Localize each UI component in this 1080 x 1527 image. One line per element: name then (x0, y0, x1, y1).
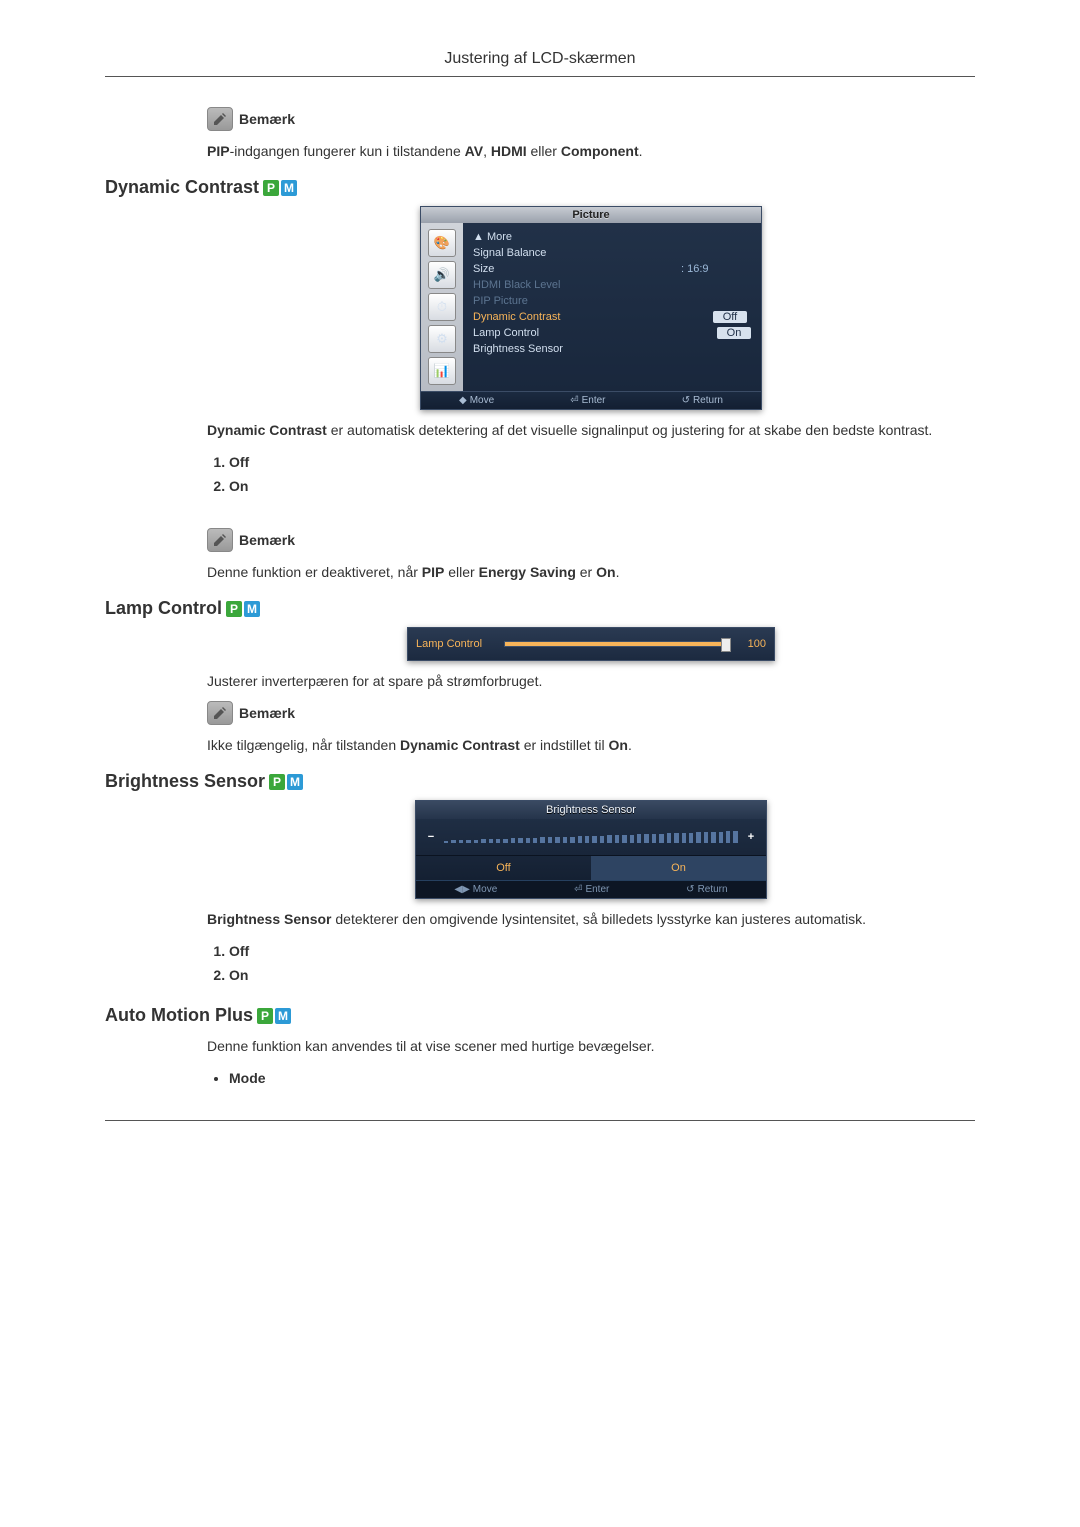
note-label: Bemærk (239, 705, 295, 721)
osd-enter-hint: ⏎ Enter (570, 395, 605, 406)
osd-move-hint: ◆ Move (459, 395, 494, 406)
multi-tab-icon: ⚙ (428, 325, 456, 353)
badge-p-icon: P (257, 1008, 273, 1024)
lamp-slider-fill (505, 642, 727, 646)
lamp-osd-label: Lamp Control (416, 638, 496, 650)
heading-lamp-control: Lamp Control P M (105, 598, 975, 619)
bs-enter-hint: ⏎ Enter (574, 884, 609, 895)
intro-note-text: PIP-indgangen fungerer kun i tilstandene… (207, 143, 975, 159)
osd-more: ▲ More (473, 231, 751, 243)
bs-off-option: Off (416, 856, 591, 880)
osd-footer: ◆ Move ⏎ Enter ↺ Return (421, 391, 761, 409)
heading-dynamic-contrast: Dynamic Contrast P M (105, 177, 975, 198)
osd-size-val: : 16:9 (681, 263, 751, 275)
list-item: On (229, 474, 975, 498)
pm-badges: P M (226, 601, 260, 617)
pm-badges: P M (257, 1008, 291, 1024)
note-block: Bemærk (207, 701, 975, 725)
info-tab-icon: 📊 (428, 357, 456, 385)
pm-badges: P M (263, 180, 297, 196)
plus-icon: + (746, 831, 756, 843)
osd-hdmi-black: HDMI Black Level (473, 279, 751, 291)
badge-m-icon: M (287, 774, 303, 790)
dynamic-contrast-options: Off On (207, 450, 975, 498)
osd-signal-balance: Signal Balance (473, 247, 751, 259)
osd-dyn-contrast-val: Off (713, 311, 747, 323)
lamp-control-body: Lamp Control 100 Justerer inverterpæren … (207, 627, 975, 753)
document-page: Justering af LCD-skærmen Bemærk PIP-indg… (0, 0, 1080, 1161)
osd-bright-sensor-item: Brightness Sensor (473, 343, 751, 355)
dynamic-contrast-desc: Dynamic Contrast er automatisk detekteri… (207, 422, 975, 438)
lamp-slider-handle (721, 638, 731, 652)
osd-title: Picture (421, 207, 761, 223)
badge-p-icon: P (226, 601, 242, 617)
list-item: Off (229, 939, 975, 963)
list-item: On (229, 963, 975, 987)
badge-p-icon: P (269, 774, 285, 790)
osd-return-hint: ↺ Return (682, 395, 723, 406)
osd-brightness-panel: Brightness Sensor − + Off On ◀▶ Move (415, 800, 767, 899)
lamp-slider (504, 641, 728, 647)
dynamic-contrast-body: Picture 🎨 🔊 ⏱ ⚙ 📊 ▲ More Signal Balance (207, 206, 975, 580)
picture-tab-icon: 🎨 (428, 229, 456, 257)
osd-size: Size (473, 263, 681, 275)
heading-brightness-sensor: Brightness Sensor P M (105, 771, 975, 792)
lamp-osd-value: 100 (736, 638, 766, 650)
auto-motion-plus-body: Denne funktion kan anvendes til at vise … (207, 1038, 975, 1090)
note-label: Bemærk (239, 111, 295, 127)
auto-motion-desc: Denne funktion kan anvendes til at vise … (207, 1038, 975, 1054)
bs-track (444, 831, 738, 843)
brightness-sensor-body: Brightness Sensor − + Off On ◀▶ Move (207, 800, 975, 987)
brightness-sensor-options: Off On (207, 939, 975, 987)
list-item: Off (229, 450, 975, 474)
osd-picture-wrap: Picture 🎨 🔊 ⏱ ⚙ 📊 ▲ More Signal Balance (207, 206, 975, 410)
intro-block: Bemærk PIP-indgangen fungerer kun i tils… (207, 107, 975, 159)
lamp-control-desc: Justerer inverterpæren for at spare på s… (207, 673, 975, 689)
bs-title: Brightness Sensor (416, 801, 766, 819)
osd-lamp-wrap: Lamp Control 100 (207, 627, 975, 661)
heading-auto-motion-plus: Auto Motion Plus P M (105, 1005, 975, 1026)
note-block: Bemærk (207, 107, 975, 131)
badge-m-icon: M (244, 601, 260, 617)
osd-brightness-wrap: Brightness Sensor − + Off On ◀▶ Move (207, 800, 975, 899)
pencil-icon (207, 528, 233, 552)
note-label: Bemærk (239, 532, 295, 548)
list-item: Mode (229, 1066, 975, 1090)
pm-badges: P M (269, 774, 303, 790)
badge-m-icon: M (275, 1008, 291, 1024)
osd-sidebar: 🎨 🔊 ⏱ ⚙ 📊 (421, 223, 463, 391)
setup-tab-icon: ⏱ (428, 293, 456, 321)
badge-p-icon: P (263, 180, 279, 196)
bs-footer: ◀▶ Move ⏎ Enter ↺ Return (416, 880, 766, 898)
osd-picture-menu: Picture 🎨 🔊 ⏱ ⚙ 📊 ▲ More Signal Balance (420, 206, 762, 410)
page-header-title: Justering af LCD-skærmen (105, 50, 975, 77)
osd-dyn-contrast: Dynamic Contrast (473, 311, 713, 323)
note-block: Bemærk (207, 528, 975, 552)
minus-icon: − (426, 831, 436, 843)
osd-items: ▲ More Signal Balance Size : 16:9 HDMI B… (463, 223, 761, 391)
heading-text: Auto Motion Plus (105, 1005, 253, 1026)
osd-lamp-panel: Lamp Control 100 (407, 627, 775, 661)
bs-on-option: On (591, 856, 766, 880)
content-area: Bemærk PIP-indgangen fungerer kun i tils… (105, 107, 975, 1090)
heading-text: Brightness Sensor (105, 771, 265, 792)
dyn-contrast-note: Denne funktion er deaktiveret, når PIP e… (207, 564, 975, 580)
pencil-icon (207, 701, 233, 725)
heading-text: Dynamic Contrast (105, 177, 259, 198)
osd-lamp: Lamp Control (473, 327, 717, 339)
heading-text: Lamp Control (105, 598, 222, 619)
osd-lamp-val: On (717, 327, 751, 339)
bs-move-hint: ◀▶ Move (454, 884, 497, 895)
footer-rule (105, 1120, 975, 1121)
bs-options-row: Off On (416, 855, 766, 880)
bs-slider-row: − + (416, 819, 766, 855)
auto-motion-bullets: Mode (207, 1066, 975, 1090)
osd-pip-picture: PIP Picture (473, 295, 751, 307)
sound-tab-icon: 🔊 (428, 261, 456, 289)
pencil-icon (207, 107, 233, 131)
badge-m-icon: M (281, 180, 297, 196)
bs-return-hint: ↺ Return (686, 884, 727, 895)
brightness-sensor-desc: Brightness Sensor detekterer den omgiven… (207, 911, 975, 927)
lamp-control-note: Ikke tilgængelig, når tilstanden Dynamic… (207, 737, 975, 753)
